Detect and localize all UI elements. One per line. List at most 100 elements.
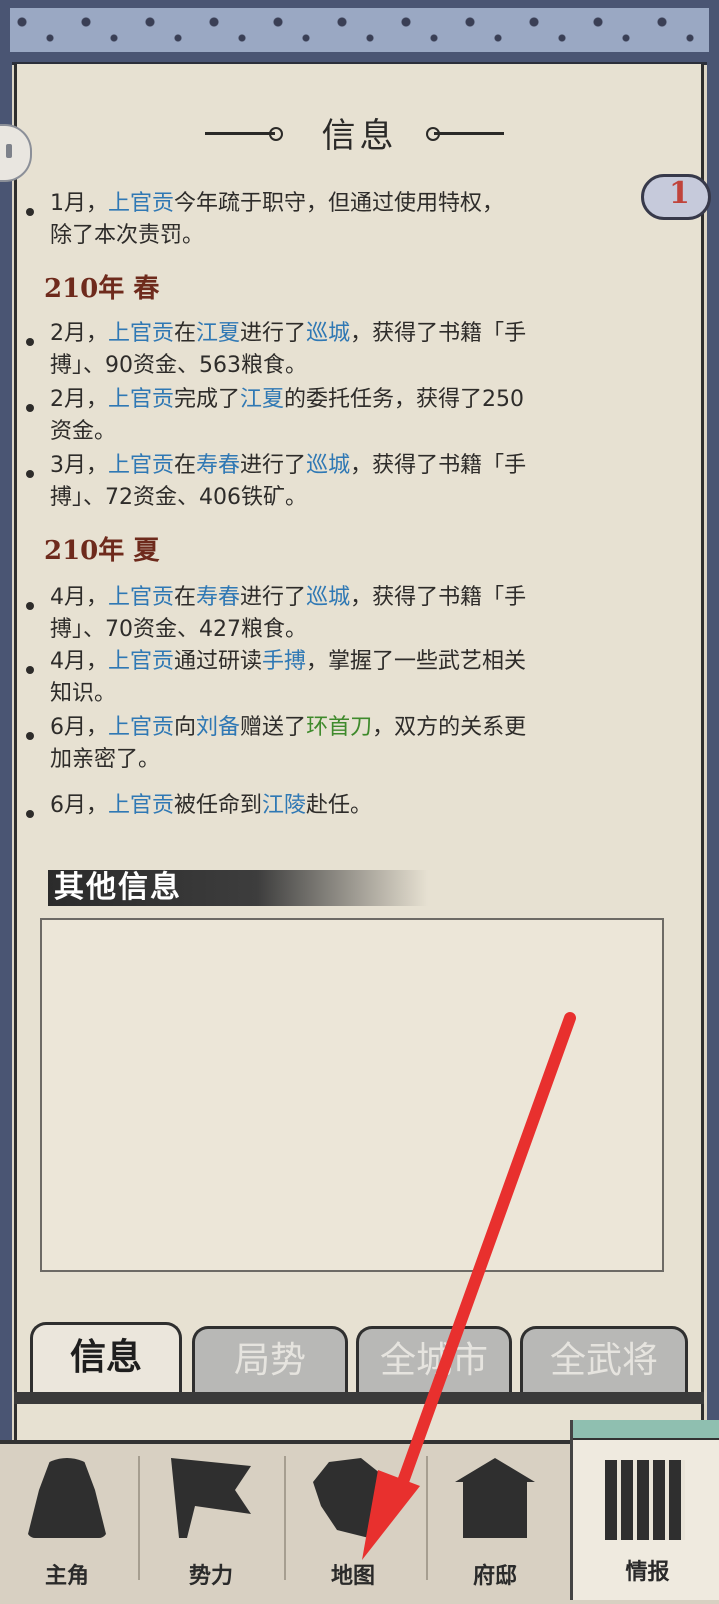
log-text: ，获得了书籍「手 (350, 453, 527, 478)
character-icon (27, 1458, 107, 1538)
tab-label: 全武将 (549, 1340, 658, 1381)
log-entry: 2月，上官贡在江夏进行了巡城，获得了书籍「手搏」、90资金、563粮食。 (26, 318, 650, 382)
panel-header: 信息 (0, 108, 719, 158)
other-info-box (40, 918, 664, 1272)
floral-pattern (10, 8, 709, 52)
log-text: 6月， (50, 793, 108, 818)
tab-label: 信息 (69, 1336, 142, 1378)
log-entry: 4月，上官贡通过研读手搏，掌握了一些武艺相关 知识。 (26, 646, 650, 710)
linked-name[interactable]: 刘备 (196, 715, 240, 740)
bullet-icon (26, 732, 34, 740)
notification-badge[interactable]: 1 (641, 170, 711, 226)
title-ornament-left (205, 127, 283, 141)
linked-name[interactable]: 江陵 (262, 793, 306, 818)
scroll-book-icon (605, 1460, 685, 1540)
log-text: 的委托任务，获得了250 (284, 387, 525, 412)
bullet-icon (26, 208, 34, 216)
linked-name[interactable]: 上官贡 (108, 321, 174, 346)
log-text: 6月， (50, 715, 108, 740)
log-text: 进行了 (240, 585, 307, 610)
log-text: 进行了 (240, 321, 307, 346)
tab-all-cities[interactable]: 全城市 (356, 1326, 512, 1394)
tab-bar-base (14, 1392, 704, 1404)
log-text: 在 (174, 585, 197, 610)
linked-name[interactable]: 巡城 (306, 321, 350, 346)
bullet-icon (26, 338, 34, 346)
log-text: ，掌握了一些武艺相关 (306, 649, 527, 674)
nav-label: 情报 (625, 1559, 670, 1585)
other-info-header: 其他信息 (48, 870, 428, 906)
log-text: 被任命到 (174, 793, 263, 818)
nav-divider (426, 1456, 428, 1580)
log-text: 在 (174, 453, 197, 478)
mansion-icon (455, 1458, 535, 1538)
linked-name[interactable]: 上官贡 (108, 387, 174, 412)
log-text: 4月， (50, 649, 108, 674)
nav-label: 府邸 (472, 1563, 517, 1589)
tab-all-generals[interactable]: 全武将 (520, 1326, 688, 1394)
bullet-icon (26, 404, 34, 412)
log-text: 资金。 (50, 419, 117, 444)
log-text: 除了本次责罚。 (50, 223, 205, 248)
season-heading: 210年 夏 (44, 536, 160, 566)
tab-situation[interactable]: 局势 (192, 1326, 348, 1394)
log-text: 4月， (50, 585, 108, 610)
log-text: 赠送了 (240, 715, 307, 740)
log-text: 今年疏于职守，但通过使用特权， (174, 191, 505, 216)
linked-name[interactable]: 上官贡 (108, 715, 174, 740)
log-entry: 2月，上官贡完成了江夏的委托任务，获得了250 资金。 (26, 384, 650, 448)
log-text: 搏」、90资金、563粮食。 (50, 353, 307, 378)
log-entry: 3月，上官贡在寿春进行了巡城，获得了书籍「手 搏」、72资金、406铁矿。 (26, 450, 650, 514)
log-entry: 6月，上官贡被任命到江陵赴任。 (26, 790, 650, 822)
log-text: 完成了 (174, 387, 241, 412)
other-info-title: 其他信息 (54, 870, 182, 905)
title-ornament-right (426, 127, 504, 141)
bullet-icon (26, 810, 34, 818)
log-text: ，双方的关系更 (372, 715, 527, 740)
log-text: 2月， (50, 387, 108, 412)
linked-name[interactable]: 上官贡 (108, 793, 174, 818)
season-heading: 210年 春 (44, 274, 160, 304)
log-text: 搏」、70资金、427粮食。 (50, 617, 307, 642)
nav-intelligence[interactable]: 情报 (570, 1420, 719, 1600)
linked-name[interactable]: 江夏 (196, 321, 240, 346)
right-frame (707, 62, 719, 1462)
linked-name[interactable]: 寿春 (196, 585, 240, 610)
nav-protagonist[interactable]: 主角 (2, 1446, 132, 1600)
active-tab-accent (573, 1420, 719, 1440)
log-text: 向 (174, 715, 197, 740)
nav-mansion[interactable]: 府邸 (430, 1446, 560, 1600)
nav-faction[interactable]: 势力 (146, 1446, 276, 1600)
map-icon (313, 1458, 393, 1538)
linked-name[interactable]: 巡城 (306, 585, 350, 610)
log-text: 加亲密了。 (50, 747, 161, 772)
tab-info[interactable]: 信息 (30, 1322, 182, 1394)
linked-name[interactable]: 上官贡 (108, 191, 174, 216)
log-text: 在 (174, 321, 197, 346)
bullet-icon (26, 602, 34, 610)
linked-name[interactable]: 江夏 (240, 387, 284, 412)
linked-name[interactable]: 巡城 (306, 453, 350, 478)
top-decorative-border (0, 0, 719, 65)
page-title: 信息 (321, 116, 398, 156)
tab-label: 局势 (233, 1340, 306, 1381)
tab-label: 全城市 (379, 1340, 488, 1381)
notification-count: 1 (669, 176, 690, 211)
left-frame (0, 62, 12, 1462)
flag-icon (171, 1458, 251, 1538)
nav-map[interactable]: 地图 (288, 1446, 418, 1600)
item-name[interactable]: 环首刀 (306, 715, 372, 740)
linked-name[interactable]: 上官贡 (108, 585, 174, 610)
log-text: ，获得了书籍「手 (350, 321, 527, 346)
linked-name[interactable]: 手搏 (262, 649, 306, 674)
linked-name[interactable]: 寿春 (196, 453, 240, 478)
nav-label: 势力 (188, 1563, 233, 1589)
nav-divider (284, 1456, 286, 1580)
bullet-icon (26, 666, 34, 674)
linked-name[interactable]: 上官贡 (108, 453, 174, 478)
log-text: 2月， (50, 321, 108, 346)
nav-label: 主角 (44, 1563, 89, 1589)
log-text: 1月， (50, 191, 108, 216)
log-text: 搏」、72资金、406铁矿。 (50, 485, 307, 510)
linked-name[interactable]: 上官贡 (108, 649, 174, 674)
